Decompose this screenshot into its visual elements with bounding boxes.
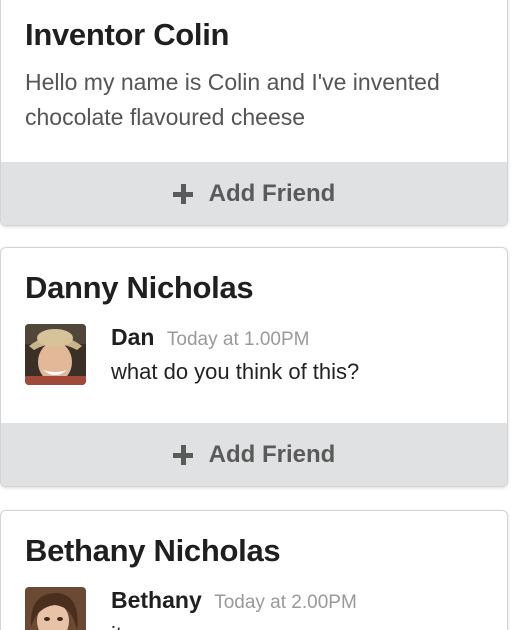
- user-photo-icon: [25, 324, 86, 385]
- profile-name: Inventor Colin: [25, 17, 230, 52]
- profile-card: Inventor Colin Hello my name is Colin an…: [0, 0, 508, 226]
- comment-body: Bethany Today at 2.00PM it: [111, 587, 481, 630]
- comment: Bethany Today at 2.00PM it: [25, 587, 485, 630]
- profile-name: Bethany Nicholas: [25, 533, 281, 568]
- comment-author[interactable]: Bethany: [111, 587, 202, 613]
- comment-time: Today at 1.00PM: [166, 329, 310, 350]
- plus-icon: [172, 183, 193, 204]
- add-friend-button[interactable]: Add Friend: [1, 423, 507, 486]
- avatar[interactable]: [25, 587, 86, 630]
- user-photo-icon: [25, 587, 86, 630]
- avatar[interactable]: [25, 324, 86, 385]
- comment: Dan Today at 1.00PM what do you think of…: [25, 324, 485, 394]
- profile-description: Hello my name is Colin and I've invented…: [25, 69, 440, 130]
- profile-card: Bethany Nicholas Bethany Today at 2.00PM…: [0, 510, 508, 630]
- comment-author[interactable]: Dan: [111, 324, 154, 350]
- comment-text: it: [111, 622, 481, 630]
- profile-card: Danny Nicholas Dan Today at 1.00PM what …: [0, 247, 508, 487]
- comment-body: Dan Today at 1.00PM what do you think of…: [111, 324, 481, 385]
- plus-icon: [172, 444, 193, 465]
- add-friend-label: Add Friend: [208, 440, 336, 468]
- comment-time: Today at 2.00PM: [214, 592, 357, 613]
- friend-feed: Inventor Colin Hello my name is Colin an…: [0, 0, 525, 630]
- profile-name: Danny Nicholas: [25, 270, 254, 305]
- comment-text: what do you think of this?: [111, 359, 360, 384]
- add-friend-label: Add Friend: [208, 179, 336, 207]
- add-friend-button[interactable]: Add Friend: [1, 162, 507, 225]
